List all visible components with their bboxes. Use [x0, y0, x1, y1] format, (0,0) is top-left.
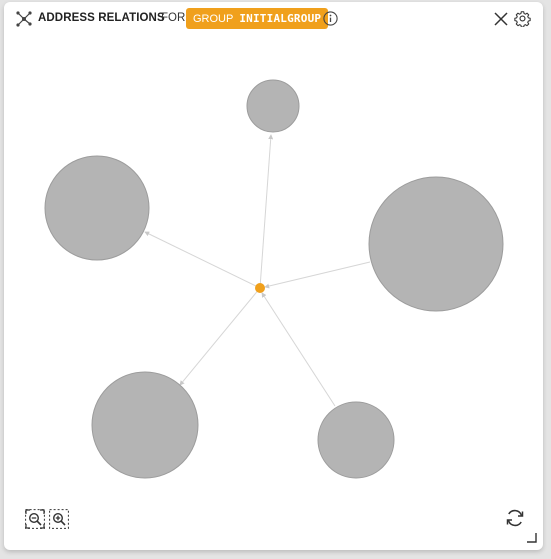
resize-handle-icon[interactable]: [526, 532, 537, 543]
zoom-in-icon[interactable]: [49, 509, 69, 529]
graph-network-icon: [16, 11, 32, 27]
panel-title: ADDRESS RELATIONS: [38, 12, 165, 24]
address-relations-panel: ADDRESS RELATIONS FOR GROUP INITIALGROUP: [4, 2, 543, 550]
info-icon[interactable]: [323, 11, 338, 26]
gear-icon[interactable]: [514, 10, 531, 27]
node-left[interactable]: [44, 155, 150, 261]
center-node[interactable]: [255, 283, 265, 293]
close-icon[interactable]: [493, 11, 509, 27]
node-right[interactable]: [368, 176, 504, 312]
edge-to-node-bottom-left: [179, 287, 261, 386]
group-badge-kind: GROUP: [193, 12, 234, 25]
edge-to-node-top: [259, 134, 274, 289]
edge-to-node-left: [144, 231, 261, 289]
group-badge-name: INITIALGROUP: [239, 12, 322, 25]
relations-graph: [44, 79, 504, 479]
zoom-out-icon[interactable]: [25, 509, 45, 529]
refresh-icon[interactable]: [504, 507, 526, 529]
node-bottom-right[interactable]: [317, 401, 395, 479]
group-badge[interactable]: GROUP INITIALGROUP: [186, 8, 329, 29]
node-top[interactable]: [246, 79, 300, 133]
edge-from-node-right: [264, 261, 371, 289]
for-label: FOR: [161, 12, 186, 24]
edge-from-node-bottom-right: [261, 292, 336, 407]
panel-header: ADDRESS RELATIONS FOR GROUP INITIALGROUP: [4, 2, 543, 36]
node-bottom-left[interactable]: [91, 371, 199, 479]
